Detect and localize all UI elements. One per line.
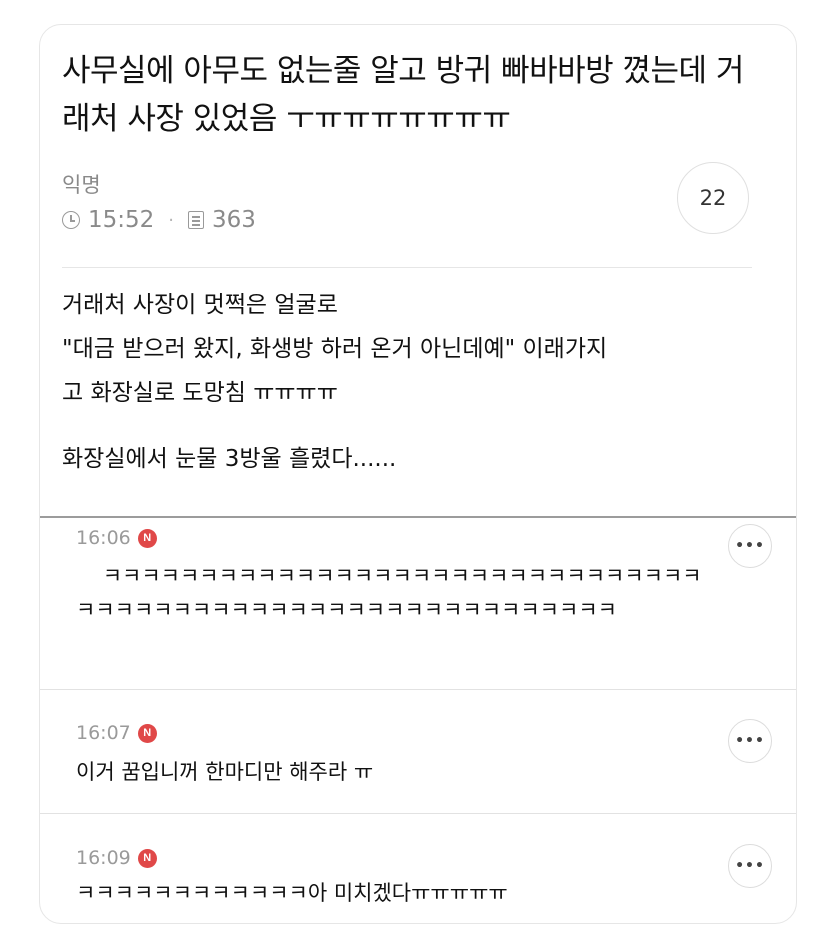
- meta-separator: ·: [168, 209, 175, 231]
- header-divider: [62, 267, 752, 268]
- post-views: 363: [212, 207, 256, 233]
- comment-meta: 16:09 N: [76, 847, 157, 869]
- post-title: 사무실에 아무도 없는줄 알고 방귀 빠바바방 꼈는데 거래처 사장 있었음 ㅜ…: [62, 53, 744, 137]
- body-line: 고 화장실로 도망침 ㅠㅠㅠㅠ: [62, 380, 338, 406]
- comment-time: 16:07: [76, 722, 131, 744]
- comment-text: 이거 꿈입니꺼 한마디만 해주라 ㅠ: [76, 760, 374, 784]
- document-icon: [188, 211, 205, 229]
- body-line: "대금 받으러 왔지, 화생방 하러 온거 아닌데예" 이래가지: [62, 336, 608, 362]
- post-author: 익명: [62, 173, 101, 197]
- post-meta: 15:52 · 363: [62, 205, 256, 235]
- comment-count-button[interactable]: 22: [677, 162, 749, 234]
- comment-text: ㅋㅋㅋㅋㅋㅋㅋㅋㅋㅋㅋㅋㅋㅋㅋㅋㅋㅋㅋㅋㅋㅋㅋㅋㅋㅋㅋㅋㅋㅋㅋㅋㅋㅋㅋㅋㅋㅋㅋㅋ…: [76, 564, 702, 622]
- body-line: 거래처 사장이 멋쩍은 얼굴로: [62, 292, 338, 318]
- post-body: 거래처 사장이 멋쩍은 얼굴로 "대금 받으러 왔지, 화생방 하러 온거 아닌…: [62, 283, 762, 481]
- clock-icon: [62, 211, 80, 229]
- more-options-button[interactable]: •••: [728, 844, 772, 888]
- new-badge-icon: N: [137, 723, 157, 743]
- more-options-button[interactable]: •••: [728, 719, 772, 763]
- comment-meta: 16:07 N: [76, 722, 157, 744]
- comment-text: ㅋㅋㅋㅋㅋㅋㅋㅋㅋㅋㅋㅋ아 미치겠다ㅠㅠㅠㅠㅠ: [76, 881, 508, 905]
- body-line: 화장실에서 눈물 3방울 흘렸다......: [62, 446, 397, 472]
- new-badge-icon: N: [137, 528, 157, 548]
- comment-divider: [40, 813, 796, 814]
- comment-time: 16:06: [76, 527, 131, 549]
- new-badge-icon: N: [137, 848, 157, 868]
- post-card: 사무실에 아무도 없는줄 알고 방귀 빠바바방 꼈는데 거래처 사장 있었음 ㅜ…: [39, 24, 797, 924]
- comment-time: 16:09: [76, 847, 131, 869]
- post-time: 15:52: [88, 207, 155, 233]
- comment-meta: 16:06 N: [76, 527, 157, 549]
- comment-divider: [40, 689, 796, 690]
- more-options-button[interactable]: •••: [728, 524, 772, 568]
- comments-separator: [40, 516, 796, 518]
